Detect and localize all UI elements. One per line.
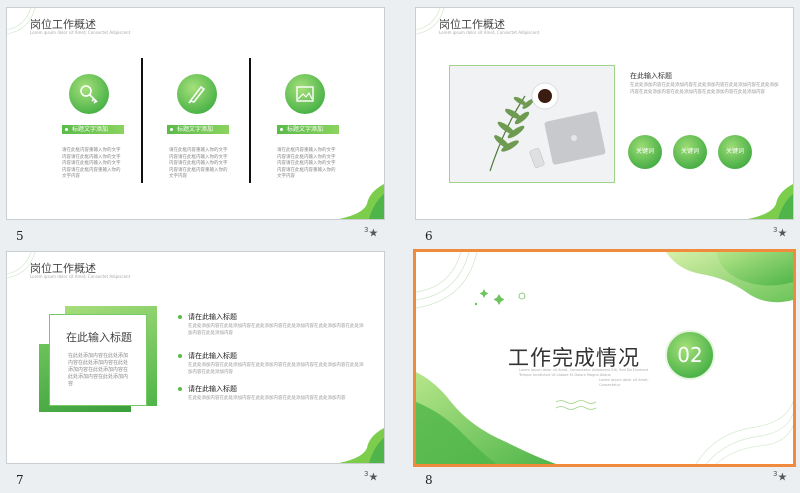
slide-thumbnail-6[interactable]: 岗位工作概述 Lorem ipsum dolor sit Amet, Conse…	[415, 7, 794, 220]
slide-subtitle: Lorem ipsum dolor sit Amet, Consectet Ad…	[30, 30, 131, 35]
column-3-pill: 标题文字添加	[277, 125, 339, 134]
column-2-text: 请在此框内容重输入你的文字内容请在此框内输入你的文字内容请在此框内输入你的文字内…	[169, 148, 228, 179]
item-2-dot	[178, 354, 182, 358]
item-3-text: 在此处添加内容在此处添加内容在此处添加内容在此处添加内容在此处添加内容	[188, 396, 346, 401]
image-icon	[296, 86, 314, 102]
column-2-circle	[177, 74, 217, 114]
section-number: 02	[677, 343, 703, 367]
star-glyph: ★	[368, 226, 379, 240]
slide-star-icon-6[interactable]: 3★	[773, 226, 787, 240]
keyword-circle-3: 关键词	[718, 135, 752, 169]
star-glyph: ★	[777, 470, 788, 484]
box-text: 在此处添加内容在此处添加内容在此处添加内容在此处添加内容在此处添加内容在此处添加…	[68, 353, 129, 387]
column-1-text: 请在此框内容重输入你的文字内容请在此框内输入你的文字内容请在此框内输入你的文字内…	[62, 148, 121, 179]
slide-star-icon-5[interactable]: 3★	[364, 226, 378, 240]
slide-number-8: 8	[425, 473, 433, 487]
divider-2	[249, 58, 251, 183]
slide-subtitle: Lorem ipsum dolor sit Amet, Consectet Ad…	[439, 30, 540, 35]
star-glyph: ★	[777, 226, 788, 240]
green-wave-decoration	[339, 428, 384, 463]
box-title: 在此输入标题	[66, 331, 132, 344]
slide-thumbnail-5[interactable]: 岗位工作概述 Lorem ipsum dolor sit Amet, Conse…	[6, 7, 385, 220]
photo-illustration	[450, 66, 614, 182]
item-1-heading: 请在此输入标题	[188, 313, 237, 321]
section-subtitle-2: Lorem ipsum dolor sit Amet, Consectetur	[599, 378, 649, 387]
item-3-heading: 请在此输入标题	[188, 385, 237, 393]
slide-thumbnail-7[interactable]: 岗位工作概述 Lorem ipsum dolor sit Amet, Conse…	[6, 251, 385, 464]
slide-subtitle: Lorem ipsum dolor sit Amet, Consectet Ad…	[30, 274, 131, 279]
slide-number-6: 6	[425, 229, 433, 243]
green-wave-decoration	[748, 184, 793, 219]
slide-number-5: 5	[16, 229, 24, 243]
item-2-heading: 请在此输入标题	[188, 352, 237, 360]
desk-photo	[449, 65, 615, 183]
slide-star-icon-8[interactable]: 3★	[773, 470, 787, 484]
keyword-circle-2: 关键词	[673, 135, 707, 169]
star-glyph: ★	[368, 470, 379, 484]
item-3-dot	[178, 387, 182, 391]
content-text: 在此处添加内容在此处添加内容在此处添加内容在此处添加内容在此处添加内容在此处添加…	[630, 83, 779, 95]
key-icon	[80, 85, 98, 104]
item-1-dot	[178, 315, 182, 319]
divider-1	[141, 58, 143, 183]
green-wave-decoration	[339, 184, 384, 219]
slide-number-7: 7	[16, 473, 24, 487]
section-subtitle: Lorem ipsum dolor sit Amet, Consectetur …	[519, 368, 648, 377]
slide-star-icon-7[interactable]: 3★	[364, 470, 378, 484]
slide-thumbnail-8[interactable]: 工作完成情况 02 Lorem ipsum dolor sit Amet, Co…	[413, 249, 796, 467]
column-3-text: 请在此框内容重输入你的文字内容请在此框内输入你的文字内容请在此框内输入你的文字内…	[277, 148, 336, 179]
column-1-pill: 标题文字添加	[62, 125, 124, 134]
item-1-text: 在此处添加内容在此处添加内容在此处添加内容在此处添加内容在此处添加内容在此处添加…	[188, 324, 364, 336]
column-2-pill: 标题文字添加	[167, 125, 229, 134]
content-heading: 在此输入标题	[630, 72, 672, 80]
column-1-circle	[69, 74, 109, 114]
item-2-text: 在此处添加内容在此处添加内容在此处添加内容在此处添加内容在此处添加内容在此处添加…	[188, 363, 364, 375]
column-3-circle	[285, 74, 325, 114]
pencil-icon	[188, 85, 206, 104]
keyword-circle-1: 关键词	[628, 135, 662, 169]
section-number-badge: 02	[665, 330, 715, 380]
content-box: 在此输入标题 在此处添加内容在此处添加内容在此处添加内容在此处添加内容在此处添加…	[49, 314, 147, 406]
